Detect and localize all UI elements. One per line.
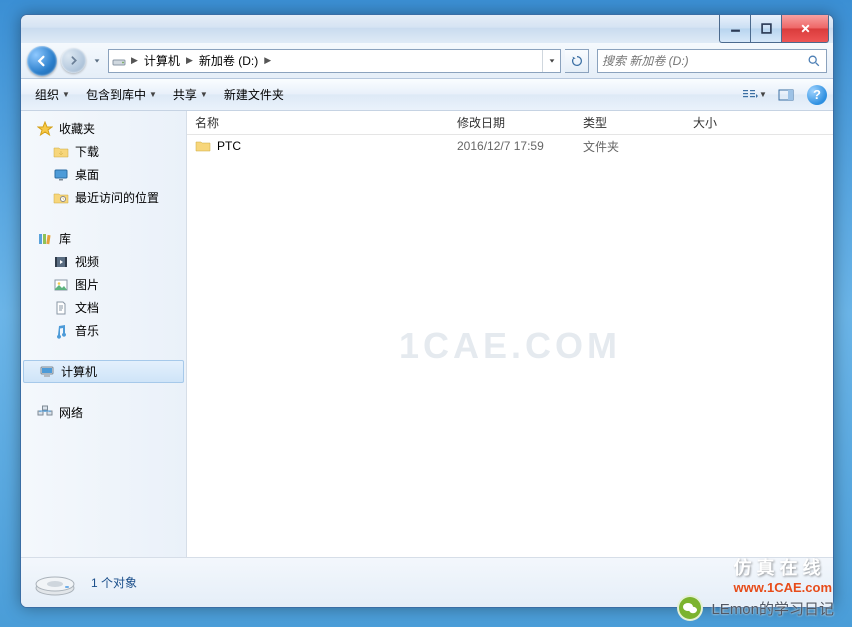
view-mode-button[interactable]: ▼ [739, 84, 769, 106]
status-bar: 1 个对象 [21, 557, 833, 607]
favorites-group[interactable]: 收藏夹 [21, 117, 186, 140]
new-folder-label: 新建文件夹 [224, 86, 284, 103]
breadcrumb-volume[interactable]: 新加卷 (D:) [195, 50, 262, 72]
videos-label: 视频 [75, 253, 99, 270]
maximize-button[interactable] [750, 15, 782, 43]
search-icon[interactable] [802, 54, 826, 68]
favorites-label: 收藏夹 [59, 120, 95, 137]
file-name-cell: PTC [187, 138, 449, 154]
drive-icon [31, 564, 79, 602]
sidebar-item-documents[interactable]: 文档 [21, 296, 186, 319]
search-input[interactable] [598, 54, 802, 68]
sidebar-item-music[interactable]: 音乐 [21, 319, 186, 342]
sidebar-item-computer[interactable]: 计算机 [23, 360, 184, 383]
libraries-label: 库 [59, 230, 71, 247]
library-icon [37, 231, 53, 247]
music-icon [53, 323, 69, 339]
file-date-cell: 2016/12/7 17:59 [449, 139, 575, 153]
body: 收藏夹 下载 桌面 最近访问的位置 库 视频 图片 文档 音乐 计算机 网络 名… [21, 111, 833, 557]
drive-icon [109, 53, 129, 69]
close-button[interactable] [781, 15, 829, 43]
sidebar-item-network[interactable]: 网络 [21, 401, 186, 424]
folder-icon [195, 138, 211, 154]
file-list-pane: 名称 修改日期 类型 大小 PTC 2016/12/7 17:59 文件夹 1C… [187, 111, 833, 557]
documents-label: 文档 [75, 299, 99, 316]
history-dropdown[interactable] [90, 57, 104, 65]
status-text: 1 个对象 [91, 574, 137, 591]
column-size[interactable]: 大小 [685, 114, 765, 131]
table-row[interactable]: PTC 2016/12/7 17:59 文件夹 [187, 135, 833, 157]
back-button[interactable] [27, 46, 57, 76]
include-in-library-menu[interactable]: 包含到库中▼ [78, 82, 165, 107]
command-bar: 组织▼ 包含到库中▼ 共享▼ 新建文件夹 ▼ ? [21, 79, 833, 111]
column-name[interactable]: 名称 [187, 114, 449, 131]
computer-label: 计算机 [61, 363, 97, 380]
video-icon [53, 254, 69, 270]
chevron-down-icon: ▼ [62, 90, 70, 99]
music-label: 音乐 [75, 322, 99, 339]
organize-menu[interactable]: 组织▼ [27, 82, 78, 107]
navigation-bar: ▶ 计算机 ▶ 新加卷 (D:) ▶ [21, 43, 833, 79]
address-bar[interactable]: ▶ 计算机 ▶ 新加卷 (D:) ▶ [108, 49, 561, 73]
sidebar-item-videos[interactable]: 视频 [21, 250, 186, 273]
desktop-icon [53, 167, 69, 183]
file-type-cell: 文件夹 [575, 138, 685, 155]
view-buttons: ▼ [739, 84, 801, 106]
chevron-right-icon[interactable]: ▶ [129, 55, 140, 66]
column-date[interactable]: 修改日期 [449, 114, 575, 131]
refresh-button[interactable] [565, 49, 589, 73]
explorer-window: ▶ 计算机 ▶ 新加卷 (D:) ▶ 组织▼ 包含到库中▼ 共享▼ 新建文件夹 … [20, 14, 834, 608]
sidebar-item-desktop[interactable]: 桌面 [21, 163, 186, 186]
documents-icon [53, 300, 69, 316]
include-label: 包含到库中 [86, 86, 146, 103]
chevron-right-icon[interactable]: ▶ [184, 55, 195, 66]
share-menu[interactable]: 共享▼ [165, 82, 216, 107]
address-dropdown[interactable] [542, 50, 560, 72]
file-name: PTC [217, 139, 241, 153]
sidebar-item-pictures[interactable]: 图片 [21, 273, 186, 296]
column-type[interactable]: 类型 [575, 114, 685, 131]
recent-icon [53, 190, 69, 206]
pictures-icon [53, 277, 69, 293]
computer-icon [39, 364, 55, 380]
chevron-right-icon[interactable]: ▶ [262, 55, 273, 66]
star-icon [37, 121, 53, 137]
column-headers: 名称 修改日期 类型 大小 [187, 111, 833, 135]
organize-label: 组织 [35, 86, 59, 103]
file-rows[interactable]: PTC 2016/12/7 17:59 文件夹 1CAE.COM [187, 135, 833, 557]
navigation-pane[interactable]: 收藏夹 下载 桌面 最近访问的位置 库 视频 图片 文档 音乐 计算机 网络 [21, 111, 187, 557]
share-label: 共享 [173, 86, 197, 103]
sidebar-item-recent[interactable]: 最近访问的位置 [21, 186, 186, 209]
desktop-label: 桌面 [75, 166, 99, 183]
libraries-group[interactable]: 库 [21, 227, 186, 250]
chevron-down-icon: ▼ [149, 90, 157, 99]
chevron-down-icon: ▼ [200, 90, 208, 99]
recent-label: 最近访问的位置 [75, 189, 159, 206]
search-box[interactable] [597, 49, 827, 73]
pictures-label: 图片 [75, 276, 99, 293]
forward-button[interactable] [61, 48, 86, 73]
downloads-icon [53, 144, 69, 160]
help-button[interactable]: ? [807, 85, 827, 105]
minimize-button[interactable] [719, 15, 751, 43]
network-label: 网络 [59, 404, 83, 421]
downloads-label: 下载 [75, 143, 99, 160]
chevron-down-icon: ▼ [759, 90, 767, 99]
breadcrumb-computer[interactable]: 计算机 [140, 50, 184, 72]
preview-pane-button[interactable] [771, 84, 801, 106]
titlebar [21, 15, 833, 43]
network-icon [37, 405, 53, 421]
watermark: 1CAE.COM [399, 325, 621, 367]
new-folder-button[interactable]: 新建文件夹 [216, 82, 292, 107]
sidebar-item-downloads[interactable]: 下载 [21, 140, 186, 163]
